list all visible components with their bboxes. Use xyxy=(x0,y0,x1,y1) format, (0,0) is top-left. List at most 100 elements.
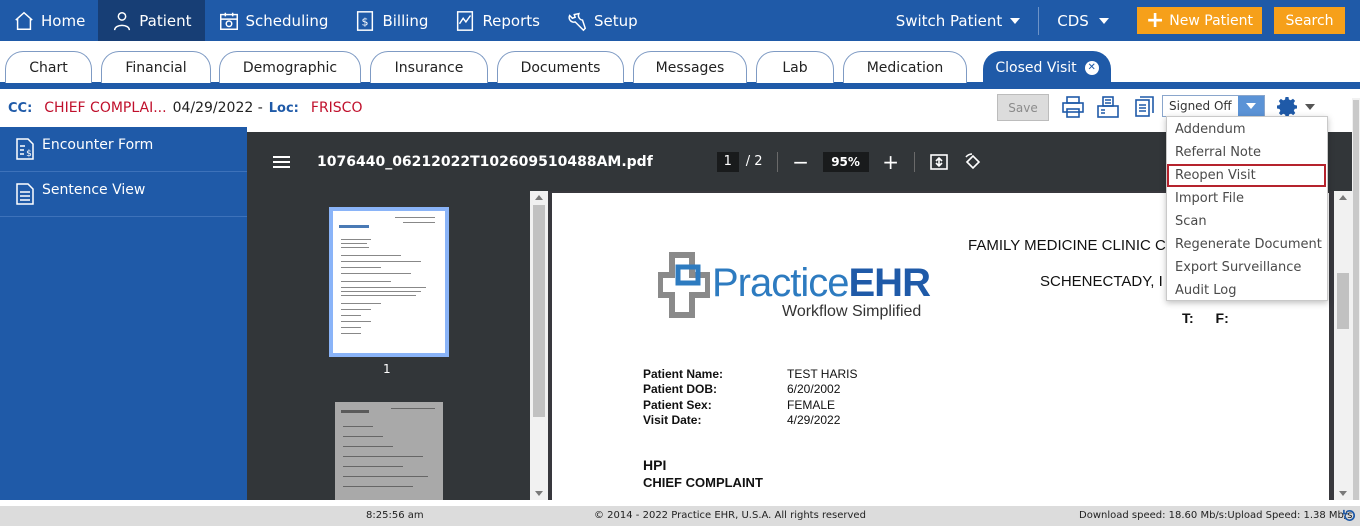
clinic-city: SCHENECTADY, I xyxy=(1040,273,1163,290)
patient-dob-row: Patient DOB: 6/20/2002 xyxy=(643,382,841,396)
tab-documents[interactable]: Documents xyxy=(497,51,624,83)
plus-icon: + xyxy=(1145,7,1165,33)
tab-bar: Chart Financial Demographic Insurance Do… xyxy=(0,41,1360,89)
page-thumbnail-1[interactable] xyxy=(329,207,449,357)
nav-scheduling[interactable]: Scheduling xyxy=(205,0,342,41)
sidebar-item-label: Encounter Form xyxy=(42,137,154,153)
tab-lab[interactable]: Lab xyxy=(756,51,834,83)
menu-item-export-surveillance[interactable]: Export Surveillance xyxy=(1167,256,1327,279)
fit-page-icon[interactable] xyxy=(929,152,949,172)
tab-closed-visit-label: Closed Visit xyxy=(995,59,1077,76)
tab-financial[interactable]: Financial xyxy=(101,51,211,83)
user-icon xyxy=(114,11,131,30)
zoom-out-icon[interactable]: − xyxy=(792,152,810,172)
status-copyright: © 2014 - 2022 Practice EHR, U.S.A. All r… xyxy=(594,510,866,521)
toolbar-divider xyxy=(776,151,778,172)
zoom-in-icon[interactable]: + xyxy=(882,152,900,172)
logo-mark-icon xyxy=(658,252,710,318)
nav-reports-label: Reports xyxy=(482,11,540,30)
new-patient-label: New Patient xyxy=(1169,12,1253,29)
tab-chart[interactable]: Chart xyxy=(5,51,92,83)
sidebar-item-encounter-form[interactable]: $ Encounter Form xyxy=(0,127,247,172)
patient-name-row: Patient Name: TEST HARIS xyxy=(643,367,858,381)
documents-icon[interactable] xyxy=(1133,95,1157,119)
nav-billing[interactable]: $ Billing xyxy=(341,0,441,41)
scroll-down-icon[interactable] xyxy=(535,491,543,496)
scroll-up-icon[interactable] xyxy=(535,195,543,200)
cds-dropdown[interactable]: CDS xyxy=(1039,12,1127,30)
visit-status-select[interactable]: Signed Off xyxy=(1162,95,1265,117)
refresh-icon[interactable] xyxy=(1342,508,1357,523)
chevron-down-icon xyxy=(1098,17,1109,24)
visit-info-bar: CC: CHIEF COMPLAI... 04/29/2022 - Loc: F… xyxy=(0,89,1360,127)
hamburger-menu-icon[interactable] xyxy=(273,153,290,171)
save-button[interactable]: Save xyxy=(997,94,1049,121)
visit-actions-menu: Addendum Referral Note Reopen Visit Impo… xyxy=(1166,116,1328,301)
tab-medication[interactable]: Medication xyxy=(843,51,967,83)
visit-status-value: Signed Off xyxy=(1169,99,1232,113)
page-number-input[interactable]: 1 xyxy=(716,151,739,172)
menu-item-audit-log[interactable]: Audit Log xyxy=(1167,279,1327,302)
tab-insurance[interactable]: Insurance xyxy=(370,51,488,83)
page-scrollbar[interactable] xyxy=(1334,191,1352,500)
nav-reports[interactable]: Reports xyxy=(441,0,553,41)
dollar-icon: $ xyxy=(357,10,374,31)
toolbar-divider xyxy=(913,151,915,172)
new-patient-button[interactable]: + New Patient xyxy=(1136,7,1262,34)
menu-item-addendum[interactable]: Addendum xyxy=(1167,118,1327,141)
nav-home[interactable]: Home xyxy=(0,0,98,41)
menu-item-import-file[interactable]: Import File xyxy=(1167,187,1327,210)
loc-value: FRISCO xyxy=(310,100,363,116)
cc-value: CHIEF COMPLAI... xyxy=(44,100,167,116)
nav-scheduling-label: Scheduling xyxy=(245,11,329,30)
scrollbar-thumb[interactable] xyxy=(533,205,545,417)
document-icon xyxy=(16,183,34,205)
calendar-icon xyxy=(219,12,238,30)
rotate-icon[interactable] xyxy=(963,152,983,172)
chevron-down-icon[interactable] xyxy=(1305,104,1315,110)
menu-item-reopen-visit[interactable]: Reopen Visit xyxy=(1167,164,1326,187)
chart-icon xyxy=(457,10,474,31)
fax-icon[interactable] xyxy=(1096,95,1120,119)
close-icon[interactable]: ✕ xyxy=(1084,60,1099,75)
nav-patient[interactable]: Patient xyxy=(98,0,205,41)
page-total: / 2 xyxy=(745,154,763,169)
practice-ehr-logo: PracticeEHR Workflow Simplified xyxy=(658,251,931,323)
wrench-icon xyxy=(568,12,587,31)
thumbnail-scrollbar[interactable] xyxy=(530,191,548,500)
nav-billing-label: Billing xyxy=(382,11,429,30)
scrollbar-thumb[interactable] xyxy=(1337,273,1349,329)
switch-patient-dropdown[interactable]: Switch Patient xyxy=(878,12,1039,30)
scroll-up-icon[interactable] xyxy=(1339,195,1347,200)
thumbnail-page-number: 1 xyxy=(383,362,391,376)
top-nav: Home Patient Scheduling $ Billing Report… xyxy=(0,0,1360,41)
nav-setup-label: Setup xyxy=(593,11,638,30)
home-icon xyxy=(15,11,33,30)
zoom-level[interactable]: 95% xyxy=(822,151,869,172)
tab-closed-visit[interactable]: Closed Visit ✕ xyxy=(983,51,1111,83)
outer-scrollbar[interactable] xyxy=(1352,98,1360,500)
tab-demographic[interactable]: Demographic xyxy=(219,51,361,83)
page-thumbnail-2[interactable] xyxy=(335,402,443,500)
status-time: 8:25:56 am xyxy=(366,510,424,521)
search-button[interactable]: Search xyxy=(1274,7,1345,34)
menu-item-regenerate-document[interactable]: Regenerate Document xyxy=(1167,233,1327,256)
scroll-down-icon[interactable] xyxy=(1339,491,1347,496)
cds-label: CDS xyxy=(1057,11,1089,30)
printer-icon[interactable] xyxy=(1061,95,1085,119)
chevron-down-icon xyxy=(1238,96,1264,116)
visit-date: 04/29/2022 - xyxy=(172,100,263,116)
patient-sex-row: Patient Sex: FEMALE xyxy=(643,398,836,412)
tab-messages[interactable]: Messages xyxy=(633,51,747,83)
nav-setup[interactable]: Setup xyxy=(553,0,651,41)
scrollbar-thumb[interactable] xyxy=(1353,100,1359,500)
logo-tagline: Workflow Simplified xyxy=(782,303,922,320)
sidebar-item-label: Sentence View xyxy=(42,182,146,198)
sidebar-item-sentence-view[interactable]: Sentence View xyxy=(0,172,247,217)
menu-item-scan[interactable]: Scan xyxy=(1167,210,1327,233)
status-bar: 8:25:56 am © 2014 - 2022 Practice EHR, U… xyxy=(0,506,1360,526)
loc-label: Loc: xyxy=(268,100,299,116)
svg-text:$: $ xyxy=(26,149,32,159)
menu-item-referral-note[interactable]: Referral Note xyxy=(1167,141,1327,164)
pdf-filename: 1076440_06212022T102609510488AM.pdf xyxy=(317,153,653,170)
